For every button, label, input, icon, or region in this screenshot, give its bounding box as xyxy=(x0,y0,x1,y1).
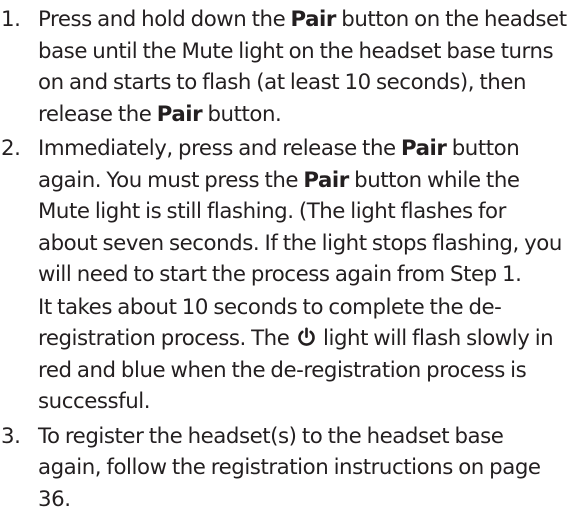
instruction-page: 1. Press and hold down the Pair button o… xyxy=(0,0,574,521)
step-2: 2. Immediately, press and release the Pa… xyxy=(0,133,574,418)
pair-button-label: Pair xyxy=(400,136,447,161)
pair-button-label: Pair xyxy=(290,7,337,32)
step-number: 1. xyxy=(1,7,21,32)
step-text: Press and hold down the Pair button on t… xyxy=(38,4,570,130)
step-3: 3. To register the headset(s) to the hea… xyxy=(0,421,574,516)
instruction-steps: 1. Press and hold down the Pair button o… xyxy=(0,4,574,515)
step-1: 1. Press and hold down the Pair button o… xyxy=(0,4,574,130)
text-run: button. xyxy=(202,101,282,127)
power-icon xyxy=(296,327,317,348)
step-number: 3. xyxy=(1,423,21,449)
text-run: Press and hold down the xyxy=(38,7,291,32)
pair-button-label: Pair xyxy=(303,167,349,193)
step-text: Immediately, press and release the Pair … xyxy=(38,133,570,291)
pair-button-label: Pair xyxy=(156,101,203,127)
step-number: 2. xyxy=(1,136,21,161)
step-text: To register the headset(s) to the headse… xyxy=(38,421,570,516)
step-note: It takes about 10 seconds to complete th… xyxy=(38,292,570,418)
text-run: To register the headset(s) to the headse… xyxy=(38,423,541,512)
text-run: Immediately, press and release the xyxy=(38,136,401,161)
